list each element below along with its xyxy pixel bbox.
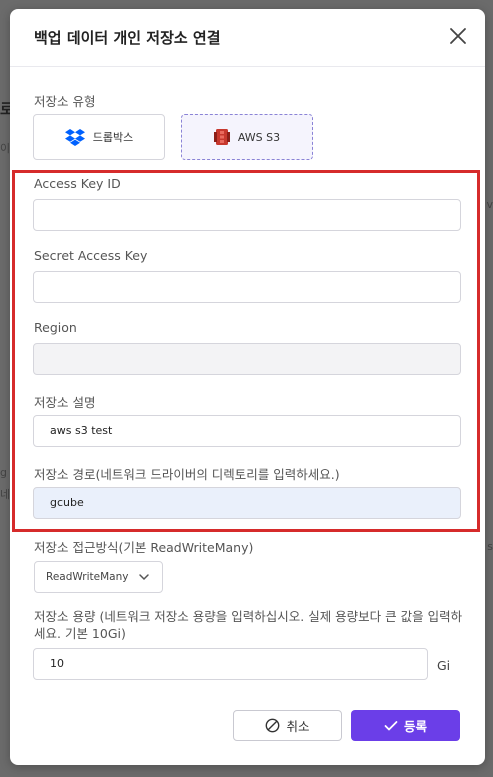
region-input[interactable] bbox=[33, 343, 461, 375]
path-input[interactable]: gcube bbox=[33, 487, 461, 519]
capacity-label: 저장소 용량 (네트워크 저장소 용량을 입력하십시오. 실제 용량보다 큰 값… bbox=[34, 609, 463, 641]
background-text: v bbox=[486, 198, 493, 211]
cancel-button[interactable]: 취소 bbox=[233, 710, 342, 741]
background-text: g bbox=[0, 466, 7, 479]
chevron-down-icon bbox=[139, 574, 149, 581]
aws-s3-icon bbox=[213, 129, 230, 145]
storage-type-label: 저장소 유형 bbox=[34, 94, 96, 109]
capacity-unit: Gi bbox=[437, 658, 451, 673]
storage-type-label-aws-s3: AWS S3 bbox=[237, 130, 281, 144]
description-label: 저장소 설명 bbox=[34, 395, 96, 410]
path-label: 저장소 경로(네트워크 드라이버의 디렉토리를 입력하세요.) bbox=[34, 467, 340, 482]
access-key-id-input[interactable] bbox=[33, 199, 461, 231]
secret-access-key-label: Secret Access Key bbox=[34, 248, 148, 263]
close-icon bbox=[450, 28, 466, 44]
close-button[interactable] bbox=[447, 25, 469, 47]
submit-button[interactable]: 등록 bbox=[351, 710, 460, 741]
description-input[interactable]: aws s3 test bbox=[33, 415, 461, 447]
storage-type-dropbox-button[interactable]: 드롭박스 bbox=[33, 114, 165, 160]
storage-type-aws-s3-button[interactable]: AWS S3 bbox=[181, 114, 313, 160]
region-label: Region bbox=[34, 320, 77, 335]
dialog-title: 백업 데이터 개인 저장소 연결 bbox=[34, 29, 221, 47]
background-text: 이 bbox=[0, 142, 11, 155]
access-mode-label: 저장소 접근방식(기본 ReadWriteMany) bbox=[34, 540, 254, 555]
storage-connect-dialog: 백업 데이터 개인 저장소 연결 저장소 유형 드롭박스 AWS S3 Acce… bbox=[10, 9, 485, 765]
check-icon bbox=[384, 720, 398, 730]
cancel-icon bbox=[266, 718, 280, 733]
access-mode-value: ReadWriteMany bbox=[46, 571, 129, 583]
capacity-input[interactable]: 10 bbox=[33, 648, 428, 680]
dropbox-icon bbox=[64, 129, 85, 146]
storage-type-label-dropbox: 드롭박스 bbox=[92, 131, 134, 144]
submit-label: 등록 bbox=[403, 719, 427, 734]
cancel-label: 취소 bbox=[286, 719, 310, 734]
background-text: s bbox=[487, 540, 493, 553]
secret-access-key-input[interactable] bbox=[33, 271, 461, 303]
background-text: 네 bbox=[0, 488, 11, 501]
access-mode-select[interactable]: ReadWriteMany bbox=[34, 561, 163, 593]
access-key-id-label: Access Key ID bbox=[34, 176, 121, 191]
dialog-header: 백업 데이터 개인 저장소 연결 bbox=[10, 9, 485, 67]
